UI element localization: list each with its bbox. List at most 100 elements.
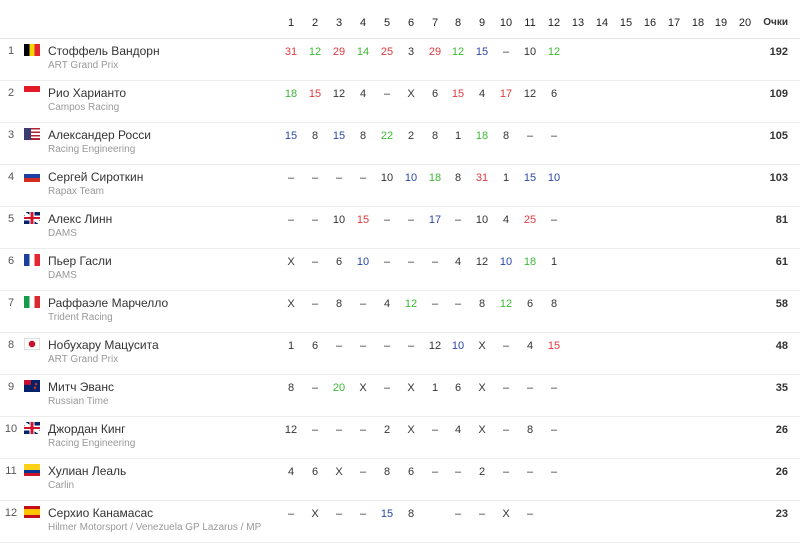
table-row[interactable]: 5 Алекс Линн DAMS – –10 15– –17–10 4 25–81 — [0, 206, 800, 249]
italy-flag-icon — [24, 296, 40, 308]
round-result: 15 — [284, 130, 298, 142]
total-points: 58 — [775, 298, 788, 310]
position-number: 6 — [7, 255, 15, 267]
driver-name[interactable]: Хулиан Леаль — [48, 464, 126, 478]
round-result: X — [407, 88, 415, 100]
round-result: 6 — [407, 466, 415, 478]
total-points: 105 — [769, 130, 788, 142]
round-result: 8 — [359, 130, 367, 142]
round-result: 15 — [523, 172, 537, 184]
round-result: 20 — [332, 382, 346, 394]
colombia-flag-icon — [24, 464, 40, 476]
round-header-4: 4 — [359, 17, 367, 29]
table-row[interactable]: 3 Александер Росси Racing Engineering 15 8 15… — [0, 122, 800, 165]
round-result: 10 — [523, 46, 537, 58]
team-name: DAMS — [48, 228, 77, 239]
round-result: 1 — [287, 340, 295, 352]
round-header-16: 16 — [643, 17, 657, 29]
belgium-flag-icon — [24, 44, 40, 56]
driver-name[interactable]: Алекс Линн — [48, 212, 112, 226]
round-result: – — [359, 172, 367, 184]
round-header-8: 8 — [454, 17, 462, 29]
total-points: 23 — [775, 508, 788, 520]
round-header-14: 14 — [595, 17, 609, 29]
round-result: 3 — [407, 46, 415, 58]
round-result: – — [287, 508, 295, 520]
round-result: 6 — [311, 340, 319, 352]
table-row[interactable]: 1 Стоффель Вандорн ART Grand Prix 31 12 29 14 2… — [0, 38, 800, 81]
driver-name[interactable]: Рио Харианто — [48, 86, 126, 100]
round-result: 8 — [311, 130, 319, 142]
table-row[interactable]: 11 Хулиан Леаль Carlin 4 6 X – 8 6 – – 2 – – – 26 — [0, 458, 800, 501]
table-header: Очки 1 2 3 4 5 6 7 8 9 10 11 12 13 14 15 16 17 18 19 20 — [0, 0, 800, 39]
round-result: X — [287, 256, 295, 268]
france-flag-icon — [24, 254, 40, 266]
round-result: – — [407, 214, 415, 226]
driver-name[interactable]: Джордан Кинг — [48, 422, 126, 436]
round-result: 4 — [359, 88, 367, 100]
driver-name[interactable]: Сергей Сироткин — [48, 170, 143, 184]
round-result: – — [335, 172, 343, 184]
round-result: 4 — [502, 214, 510, 226]
round-result: 4 — [478, 88, 486, 100]
round-result: 12 — [332, 88, 346, 100]
round-header-2: 2 — [311, 17, 319, 29]
table-row[interactable]: 2 Рио Харианто Campos Racing 18 15 12 4 – X 6 15 4 1… — [0, 80, 800, 123]
round-result: 12 — [547, 46, 561, 58]
round-result: 18 — [523, 256, 537, 268]
round-result: 8 — [407, 508, 415, 520]
round-result: 6 — [311, 466, 319, 478]
driver-name[interactable]: Митч Эванс — [48, 380, 114, 394]
round-result: 18 — [428, 172, 442, 184]
round-result: X — [335, 466, 343, 478]
round-result: – — [359, 508, 367, 520]
round-result: – — [431, 256, 439, 268]
round-result: – — [287, 172, 295, 184]
round-result: – — [454, 508, 462, 520]
round-result: – — [359, 466, 367, 478]
round-result: – — [407, 340, 415, 352]
table-row[interactable]: 9 Митч Эванс Russian Time 8 – 20 X – X 1 6 X – – – 35 — [0, 374, 800, 417]
round-result: 2 — [478, 466, 486, 478]
total-points: 48 — [775, 340, 788, 352]
team-name: Racing Engineering — [48, 144, 136, 155]
driver-name[interactable]: Александер Росси — [48, 128, 151, 142]
round-result: – — [311, 424, 319, 436]
round-result: – — [311, 214, 319, 226]
round-result: – — [502, 466, 510, 478]
round-result: 18 — [284, 88, 298, 100]
round-result: – — [550, 466, 558, 478]
round-result: – — [359, 298, 367, 310]
team-name: ART Grand Prix — [48, 60, 119, 71]
table-row[interactable]: 4 Сергей Сироткин Rapax Team – – – – 10 10 18 8 31 1… — [0, 164, 800, 207]
table-row[interactable]: 7 Раффаэле Марчелло Trident Racing X – 8 – 4 12 –… — [0, 290, 800, 333]
table-row[interactable]: 8 Нобухару Мацусита ART Grand Prix 1 6 – – – – 12… — [0, 332, 800, 375]
driver-name[interactable]: Стоффель Вандорн — [48, 44, 160, 58]
position-number: 1 — [7, 45, 15, 57]
position-number: 10 — [4, 423, 18, 435]
round-result: 12 — [284, 424, 298, 436]
round-result: 15 — [308, 88, 322, 100]
round-result: – — [311, 172, 319, 184]
round-result: 10 — [499, 256, 513, 268]
round-result: 6 — [526, 298, 534, 310]
round-result: 8 — [550, 298, 558, 310]
driver-name[interactable]: Раффаэле Марчелло — [48, 296, 168, 310]
table-row[interactable]: 6 Пьер Гасли DAMS X – 6 10 – – – 4 12 10 18 1 61 — [0, 248, 800, 291]
round-result: 1 — [550, 256, 558, 268]
team-name: Russian Time — [48, 396, 109, 407]
driver-name[interactable]: Серхио Канамасас — [48, 506, 153, 520]
standings-table: Очки 1 2 3 4 5 6 7 8 9 10 11 12 13 14 15 16 17 18 19 20 1 Ст… — [0, 0, 800, 543]
round-result: 29 — [428, 46, 442, 58]
round-result: 29 — [332, 46, 346, 58]
new-zealand-flag-icon — [24, 380, 40, 392]
position-number: 8 — [7, 339, 15, 351]
round-result: 10 — [332, 214, 346, 226]
round-result: 12 — [523, 88, 537, 100]
table-row[interactable]: 10 Джордан Кинг Racing Engineering 12 – – – 2 X –… — [0, 416, 800, 459]
position-number: 3 — [7, 129, 15, 141]
driver-name[interactable]: Пьер Гасли — [48, 254, 112, 268]
uk-flag-icon — [24, 422, 40, 434]
round-result: – — [550, 382, 558, 394]
driver-name[interactable]: Нобухару Мацусита — [48, 338, 159, 352]
